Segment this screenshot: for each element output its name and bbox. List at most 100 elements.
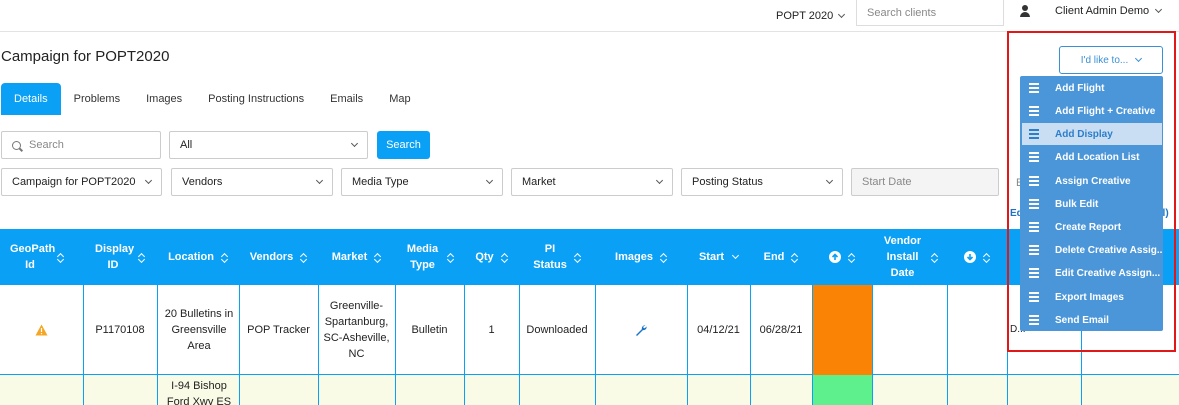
- chevron-down-icon: [838, 10, 846, 19]
- sort-icon: [575, 252, 581, 262]
- tab-posting-instructions[interactable]: Posting Instructions: [195, 83, 317, 115]
- col-start[interactable]: Start: [687, 229, 750, 285]
- status-cell-green: [812, 375, 872, 405]
- chevron-down-icon: [1135, 54, 1143, 63]
- col-qty[interactable]: Qty: [464, 229, 519, 285]
- search-clients-input[interactable]: Search clients: [856, 0, 1004, 26]
- tab-details[interactable]: Details: [1, 83, 61, 115]
- media-type-select[interactable]: Media Type: [341, 168, 503, 196]
- sort-icon: [792, 252, 798, 262]
- menu-item-add-flight[interactable]: Add Flight: [1022, 77, 1162, 99]
- market-select-value: Market: [522, 176, 556, 188]
- col-images[interactable]: Images: [595, 229, 687, 285]
- location-cell: I-94 Bishop Ford Xwy ES: [166, 380, 232, 405]
- location-cell: 20 Bulletins in Greensville Area: [164, 308, 234, 352]
- list-icon: [1029, 199, 1039, 209]
- col-vendor-install-date[interactable]: Vendor Install Date: [872, 229, 947, 285]
- menu-item-add-location-list[interactable]: Add Location List: [1022, 146, 1162, 168]
- menu-item-assign-creative[interactable]: Assign Creative: [1022, 170, 1162, 192]
- menu-item-create-report[interactable]: Create Report: [1022, 216, 1162, 238]
- menu-item-delete-creative-assignment[interactable]: Delete Creative Assig...: [1022, 239, 1162, 261]
- col-end[interactable]: End: [750, 229, 812, 285]
- menu-item-edit-creative-assignment[interactable]: Edit Creative Assign...: [1022, 262, 1162, 284]
- sort-icon: [139, 252, 145, 262]
- posting-status-select[interactable]: Posting Status: [681, 168, 843, 196]
- images-cell[interactable]: [595, 285, 687, 375]
- status-cell-orange: [812, 285, 872, 375]
- chevron-down-icon: [1155, 5, 1163, 14]
- list-icon: [1029, 83, 1039, 93]
- list-icon: [1029, 129, 1039, 139]
- upload-circle-icon: [829, 251, 841, 263]
- tab-map[interactable]: Map: [376, 83, 423, 115]
- menu-item-add-flight-creative[interactable]: Add Flight + Creative: [1022, 100, 1162, 122]
- list-icon: [1029, 106, 1039, 116]
- chevron-down-icon: [655, 176, 664, 185]
- sort-icon: [58, 252, 64, 262]
- menu-item-export-images[interactable]: Export Images: [1022, 286, 1162, 308]
- sort-icon: [661, 252, 667, 262]
- posting-status-select-value: Posting Status: [692, 176, 763, 188]
- chevron-down-icon: [825, 176, 834, 185]
- sort-icon: [301, 252, 307, 262]
- actions-button-label: I'd like to...: [1080, 54, 1129, 66]
- geopath-cell: [0, 285, 83, 375]
- pi-status-cell: Downloaded: [526, 324, 588, 336]
- col-media-type[interactable]: Media Type: [395, 229, 464, 285]
- market-select[interactable]: Market: [511, 168, 673, 196]
- list-icon: [1029, 315, 1039, 325]
- tab-bar: Details Problems Images Posting Instruct…: [1, 83, 424, 115]
- chevron-down-icon: [315, 176, 324, 185]
- end-cell: 06/28/21: [759, 324, 803, 336]
- menu-item-send-email[interactable]: Send Email: [1022, 309, 1162, 331]
- sort-icon: [849, 252, 855, 262]
- sort-icon: [932, 252, 938, 262]
- col-pi-status[interactable]: PI Status: [519, 229, 595, 285]
- vendors-select-value: Vendors: [182, 176, 223, 188]
- market-cell: Greenville-Spartanburg, SC-Asheville, NC: [323, 300, 390, 360]
- search-input[interactable]: Search: [1, 131, 161, 159]
- col-geopath-id[interactable]: GeoPath Id: [0, 229, 74, 285]
- search-icon: [12, 140, 21, 150]
- sort-icon: [222, 252, 228, 262]
- chevron-down-icon: [350, 139, 359, 148]
- search-button[interactable]: Search: [377, 131, 430, 159]
- sort-icon: [984, 252, 990, 262]
- wrench-icon[interactable]: [635, 324, 647, 336]
- sort-icon: [502, 252, 508, 262]
- user-menu[interactable]: Client Admin Demo: [1055, 4, 1163, 18]
- start-cell: 04/12/21: [697, 324, 740, 336]
- col-market[interactable]: Market: [318, 229, 395, 285]
- search-placeholder: Search: [29, 139, 64, 151]
- menu-item-bulk-edit[interactable]: Bulk Edit: [1022, 193, 1162, 215]
- display-id-cell[interactable]: P1170108: [83, 285, 157, 375]
- col-location[interactable]: Location: [157, 229, 239, 285]
- campaign-select-value: Campaign for POPT2020: [12, 176, 136, 188]
- media-type-cell: Bulletin: [411, 324, 448, 336]
- scope-select[interactable]: All: [169, 131, 368, 159]
- actions-button[interactable]: I'd like to...: [1059, 46, 1163, 74]
- menu-item-add-display[interactable]: Add Display: [1022, 123, 1162, 145]
- tab-problems[interactable]: Problems: [61, 83, 133, 115]
- list-icon: [1029, 292, 1039, 302]
- start-date-input[interactable]: Start Date: [851, 168, 999, 196]
- chevron-down-icon: [144, 176, 153, 185]
- col-vendors[interactable]: Vendors: [239, 229, 318, 285]
- vendor-cell: POP Tracker: [247, 324, 310, 336]
- col-upload[interactable]: [812, 229, 872, 285]
- vendors-select[interactable]: Vendors: [171, 168, 333, 196]
- list-icon: [1029, 152, 1039, 162]
- col-display-id[interactable]: Display ID: [83, 229, 157, 285]
- client-select[interactable]: POPT 2020: [776, 4, 846, 28]
- tab-emails[interactable]: Emails: [317, 83, 376, 115]
- sort-icon: [448, 252, 454, 262]
- chevron-down-icon: [731, 251, 740, 260]
- start-date-placeholder: Start Date: [862, 176, 912, 188]
- tab-images[interactable]: Images: [133, 83, 195, 115]
- col-download[interactable]: [947, 229, 1007, 285]
- campaign-select[interactable]: Campaign for POPT2020: [1, 168, 162, 196]
- list-icon: [1029, 222, 1039, 232]
- list-icon: [1029, 268, 1039, 278]
- media-type-select-value: Media Type: [352, 176, 409, 188]
- page-title: Campaign for POPT2020: [1, 48, 170, 65]
